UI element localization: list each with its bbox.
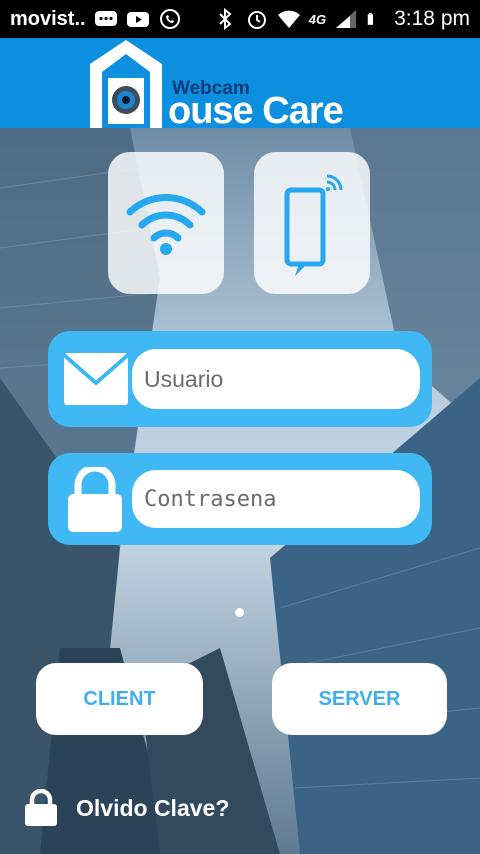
logo-main-text: ouse Care xyxy=(168,90,344,132)
cell-signal-icon xyxy=(336,10,357,28)
server-button[interactable]: SERVER xyxy=(272,663,447,735)
phone-mode-button[interactable] xyxy=(254,152,370,294)
carrier-name: movist.. xyxy=(10,7,86,30)
network-type: 4G xyxy=(308,11,327,27)
client-button[interactable]: CLIENT xyxy=(36,663,203,735)
envelope-icon xyxy=(64,353,128,405)
wifi-mode-button[interactable] xyxy=(108,152,224,294)
bluetooth-icon xyxy=(219,8,232,30)
password-panel xyxy=(48,453,432,545)
battery-icon xyxy=(367,13,374,25)
app-header: Webcam ouse Care xyxy=(0,38,480,132)
lock-icon xyxy=(25,789,57,826)
page-indicator-dot xyxy=(235,608,244,617)
lock-icon xyxy=(68,467,122,532)
forgot-password-label: Olvido Clave? xyxy=(76,794,230,821)
whatsapp-icon xyxy=(159,9,180,29)
youtube-icon xyxy=(126,12,149,27)
house-camera-icon xyxy=(90,40,162,128)
message-icon xyxy=(94,11,117,26)
alarm-icon xyxy=(247,11,266,29)
password-input[interactable] xyxy=(132,470,420,528)
wifi-icon xyxy=(126,194,206,255)
forgot-password-link[interactable]: Olvido Clave? xyxy=(24,789,229,827)
status-bar: movist.. 4G 3:18 pm xyxy=(0,0,480,38)
house-care-logo: Webcam ouse Care xyxy=(88,38,398,132)
clock: 3:18 pm xyxy=(394,7,470,30)
username-input[interactable] xyxy=(132,349,420,409)
smartphone-signal-icon xyxy=(284,174,343,276)
username-panel xyxy=(48,331,432,427)
wifi-signal-icon xyxy=(277,10,300,28)
